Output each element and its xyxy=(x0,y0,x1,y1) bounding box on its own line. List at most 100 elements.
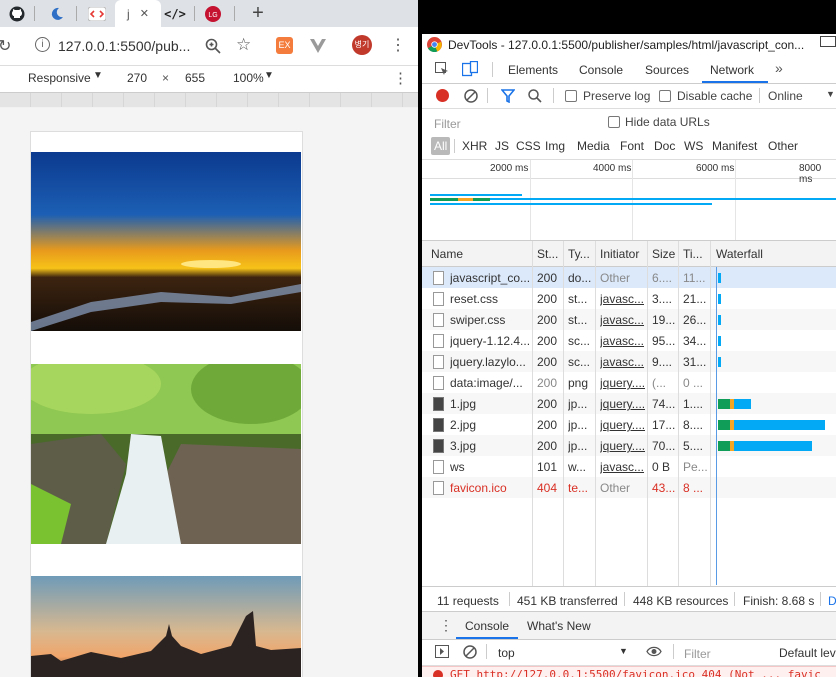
table-row[interactable]: 1.jpg 200 jp... jquery.... 74... 1.... xyxy=(422,393,836,414)
waterfall-bar xyxy=(718,399,730,409)
type-filter-media[interactable]: Media xyxy=(577,139,610,153)
log-levels-select[interactable]: Default lev xyxy=(779,646,836,660)
cell-size: 43... xyxy=(652,481,676,495)
vue-devtools-icon[interactable] xyxy=(310,39,326,53)
table-row[interactable]: javascript_co... 200 do... Other 6.... 11... xyxy=(422,267,836,288)
type-filter-js[interactable]: JS xyxy=(495,139,509,153)
tab-sources[interactable]: Sources xyxy=(645,63,689,77)
tab-elements[interactable]: Elements xyxy=(508,63,558,77)
table-row[interactable]: jquery-1.12.4.... 200 sc... javasc... 95... 3… xyxy=(422,330,836,351)
column-waterfall[interactable]: Waterfall xyxy=(716,247,763,261)
type-filter-font[interactable]: Font xyxy=(620,139,644,153)
record-icon[interactable] xyxy=(436,89,449,102)
type-filter-xhr[interactable]: XHR xyxy=(462,139,487,153)
cell-name: 1.jpg xyxy=(450,397,477,411)
tab-lg[interactable]: LG xyxy=(198,0,228,27)
devtools-title: DevTools - 127.0.0.1:5500/publisher/samp… xyxy=(448,38,805,52)
filter-icon[interactable] xyxy=(501,89,515,103)
file-icon xyxy=(433,271,444,285)
more-options-icon[interactable]: ⋮ xyxy=(393,69,408,87)
context-select[interactable]: top xyxy=(498,646,515,660)
reload-icon[interactable]: ↻ xyxy=(0,36,11,56)
overview-bar xyxy=(430,203,712,205)
info-icon[interactable]: i xyxy=(35,37,50,52)
waterfall-bar xyxy=(718,315,721,325)
drawer-tab-console[interactable]: Console xyxy=(465,619,509,633)
window-restore-icon[interactable] xyxy=(820,36,836,47)
type-filter-other[interactable]: Other xyxy=(768,139,798,153)
cell-time: 11... xyxy=(683,271,706,285)
throttle-select[interactable]: Online xyxy=(768,89,803,103)
overview-bar xyxy=(430,198,836,200)
star-icon[interactable]: ☆ xyxy=(236,35,251,55)
timeline-tick: 4000 ms xyxy=(593,163,632,174)
tab-network[interactable]: Network xyxy=(710,63,754,77)
filter-input[interactable]: Filter xyxy=(434,117,461,131)
cell-size: 0 B xyxy=(652,460,671,474)
tab-code[interactable] xyxy=(80,0,114,27)
column-type[interactable]: Ty... xyxy=(568,247,590,261)
column-initiator[interactable]: Initiator xyxy=(600,247,639,261)
eye-icon[interactable] xyxy=(646,646,662,657)
zoom-icon[interactable] xyxy=(205,38,221,54)
column-status[interactable]: St... xyxy=(537,247,558,261)
menu-icon[interactable]: ⋮ xyxy=(390,35,406,55)
new-tab-button[interactable]: + xyxy=(244,0,272,27)
timeline-tick: 2000 ms xyxy=(490,163,529,174)
hide-data-urls-label: Hide data URLs xyxy=(625,115,710,129)
cell-name: jquery-1.12.4.... xyxy=(450,334,530,348)
moon-icon xyxy=(51,7,63,20)
disable-cache-checkbox[interactable] xyxy=(659,90,671,102)
console-filter-input[interactable]: Filter xyxy=(684,647,711,661)
zoom-select[interactable]: 100% xyxy=(233,71,264,85)
preserve-log-label: Preserve log xyxy=(583,89,651,103)
hide-data-urls-checkbox[interactable] xyxy=(608,116,620,128)
type-filter-img[interactable]: Img xyxy=(545,139,565,153)
table-row[interactable]: jquery.lazylo... 200 sc... javasc... 9.... 31… xyxy=(422,351,836,372)
media-query-ruler xyxy=(0,93,418,107)
sidebar-toggle-icon[interactable] xyxy=(435,645,449,658)
table-row[interactable]: data:image/... 200 png jquery.... (... 0 ... xyxy=(422,372,836,393)
height-input[interactable]: 655 xyxy=(185,71,205,85)
table-row[interactable]: favicon.ico 404 te... Other 43... 8 ... xyxy=(422,477,836,498)
tab-moon[interactable] xyxy=(40,0,74,27)
more-tabs-icon[interactable]: » xyxy=(775,60,783,76)
cell-status: 200 xyxy=(537,376,558,390)
drawer-menu-icon[interactable]: ⋮ xyxy=(439,617,453,634)
network-summary: 11 requests 451 KB transferred 448 KB re… xyxy=(422,586,836,611)
table-row[interactable]: 2.jpg 200 jp... jquery.... 17... 8.... xyxy=(422,414,836,435)
address-input[interactable]: 127.0.0.1:5500/pub... xyxy=(58,38,190,54)
tab-active[interactable]: j ✕ xyxy=(115,0,161,27)
search-icon[interactable] xyxy=(528,89,542,103)
close-icon[interactable]: ✕ xyxy=(140,7,149,20)
type-filter-ws[interactable]: WS xyxy=(684,139,703,153)
table-row[interactable]: swiper.css 200 st... javasc... 19... 26... xyxy=(422,309,836,330)
drawer-tab-whats-new[interactable]: What's New xyxy=(527,619,591,633)
table-row[interactable]: 3.jpg 200 jp... jquery.... 70... 5.... xyxy=(422,435,836,456)
avatar[interactable]: 병기 xyxy=(352,35,372,55)
cell-name: ws xyxy=(450,460,465,474)
type-filter-css[interactable]: CSS xyxy=(516,139,541,153)
preserve-log-checkbox[interactable] xyxy=(565,90,577,102)
type-filter-doc[interactable]: Doc xyxy=(654,139,675,153)
address-bar-row: ↻ i 127.0.0.1:5500/pub... ☆ EX 병기 ⋮ xyxy=(0,27,418,66)
cell-name: jquery.lazylo... xyxy=(450,355,526,369)
table-row[interactable]: reset.css 200 st... javasc... 3.... 21... xyxy=(422,288,836,309)
device-select[interactable]: Responsive xyxy=(28,71,91,85)
type-filter-all[interactable]: All xyxy=(431,137,451,155)
tab-console[interactable]: Console xyxy=(579,63,623,77)
cell-size: 19... xyxy=(652,313,676,327)
width-input[interactable]: 270 xyxy=(127,71,147,85)
inspect-element-icon[interactable] xyxy=(435,62,449,76)
table-row[interactable]: ws 101 w... javasc... 0 B Pe... xyxy=(422,456,836,477)
clear-icon[interactable] xyxy=(464,89,478,103)
tab-brackets[interactable]: </> xyxy=(160,0,190,27)
device-toolbar-icon[interactable] xyxy=(462,61,478,77)
column-name[interactable]: Name xyxy=(431,247,463,261)
clear-console-icon[interactable] xyxy=(463,645,477,659)
tab-github[interactable] xyxy=(0,0,34,27)
column-time[interactable]: Ti... xyxy=(683,247,703,261)
type-filter-manifest[interactable]: Manifest xyxy=(712,139,757,153)
extension-icon[interactable]: EX xyxy=(276,37,293,54)
column-size[interactable]: Size xyxy=(652,247,675,261)
